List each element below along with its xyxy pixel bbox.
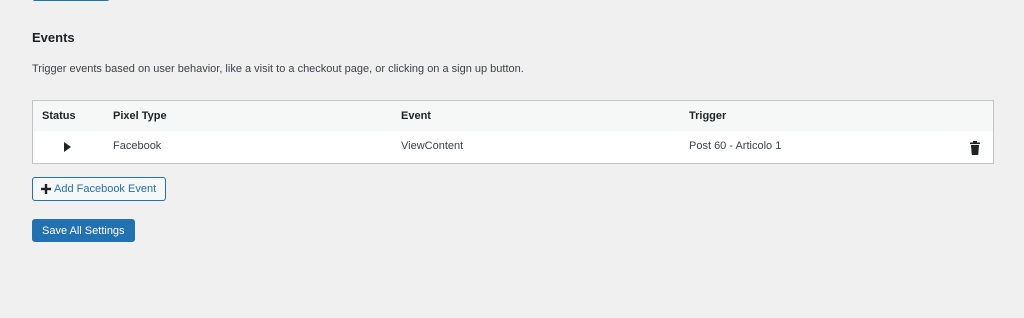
column-header-status: Status bbox=[42, 110, 76, 122]
section-title: Events bbox=[32, 30, 75, 45]
plus-icon bbox=[41, 184, 51, 194]
page: Events Trigger events based on user beha… bbox=[0, 0, 1024, 318]
add-facebook-event-button[interactable]: Add Facebook Event bbox=[32, 177, 167, 201]
section-description: Trigger events based on user behavior, l… bbox=[32, 63, 524, 75]
save-all-settings-button[interactable]: Save All Settings bbox=[32, 219, 135, 242]
cell-event: ViewContent bbox=[401, 140, 464, 152]
column-header-event: Event bbox=[401, 110, 431, 122]
previous-section-button[interactable] bbox=[32, 0, 110, 1]
table-header: Status Pixel Type Event Trigger bbox=[33, 101, 993, 131]
cell-trigger: Post 60 - Articolo 1 bbox=[689, 140, 782, 152]
play-icon[interactable] bbox=[64, 142, 71, 152]
add-facebook-event-label: Add Facebook Event bbox=[54, 183, 157, 195]
events-table: Status Pixel Type Event Trigger Facebook… bbox=[32, 100, 994, 164]
table-row: Facebook ViewContent Post 60 - Articolo … bbox=[33, 131, 993, 163]
trash-icon[interactable] bbox=[969, 141, 981, 155]
cell-pixel-type: Facebook bbox=[113, 140, 162, 152]
column-header-trigger: Trigger bbox=[689, 110, 727, 122]
column-header-pixel-type: Pixel Type bbox=[113, 110, 167, 122]
save-all-settings-label: Save All Settings bbox=[42, 224, 125, 237]
